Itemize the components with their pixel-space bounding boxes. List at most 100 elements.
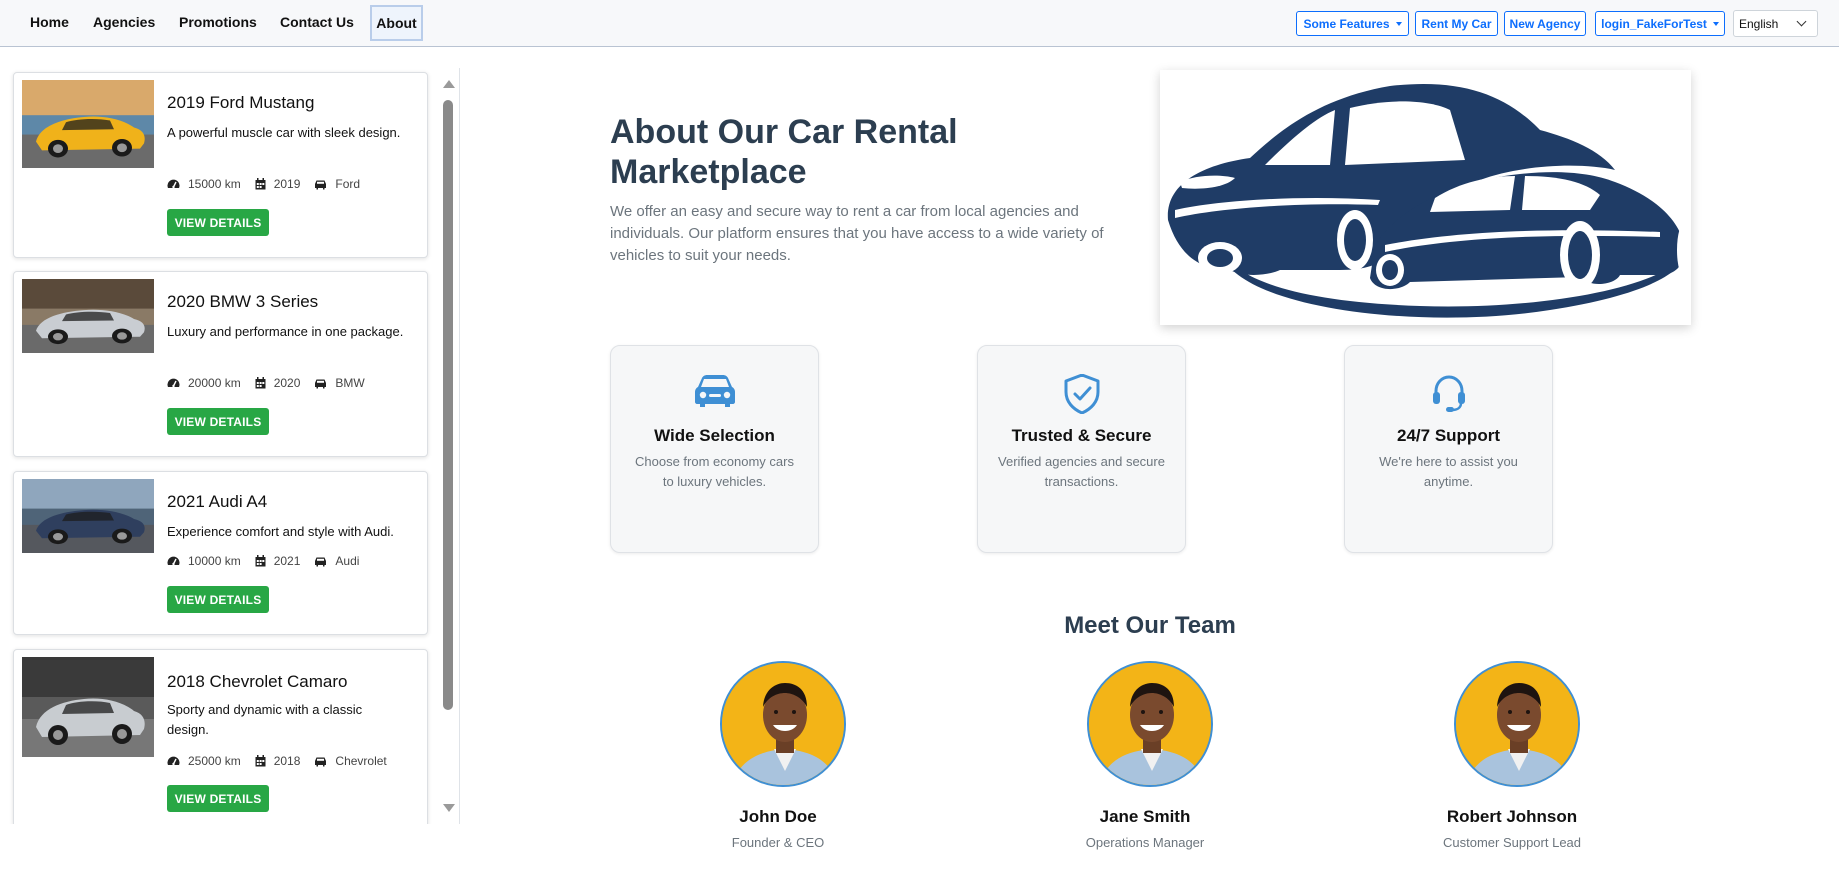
scroll-down-arrow-icon[interactable]	[443, 804, 455, 812]
car-brand: Ford	[335, 177, 361, 191]
car-icon	[611, 374, 818, 416]
person-portrait-icon	[1089, 663, 1211, 785]
feature-description: Verified agencies and secure transaction…	[998, 454, 1165, 489]
scrollbar-thumb[interactable]	[443, 100, 453, 710]
avatar	[720, 661, 846, 787]
car-brand: Audi	[335, 554, 360, 568]
car-year: 2018	[273, 754, 301, 768]
speedometer-icon	[167, 556, 180, 566]
car-icon	[315, 757, 327, 766]
car-title: 2021 Audi A4	[167, 492, 268, 511]
car-list-sidebar[interactable]: 2019 Ford Mustang A powerful muscle car …	[0, 68, 460, 824]
view-details-button[interactable]: VIEW DETAILS	[167, 785, 269, 812]
feature-description: Choose from economy cars to luxury vehic…	[635, 454, 794, 489]
car-photo	[22, 80, 154, 168]
shield-check-icon	[978, 374, 1185, 416]
nav-link-home[interactable]: Home	[30, 14, 69, 30]
car-title: 2018 Chevrolet Camaro	[167, 672, 348, 691]
car-mileage: 15000 km	[188, 177, 241, 191]
caret-down-icon	[1712, 21, 1719, 26]
about-title: About Our Car Rental Marketplace	[610, 113, 958, 191]
some-features-label: Some Features	[1303, 16, 1390, 31]
car-title: 2019 Ford Mustang	[167, 93, 315, 112]
car-icon	[315, 180, 327, 189]
chevron-down-icon	[1796, 16, 1807, 27]
feature-title: Wide Selection	[654, 426, 775, 445]
team-heading: Meet Our Team	[1064, 612, 1236, 639]
rent-my-car-button[interactable]: Rent My Car	[1415, 11, 1498, 36]
language-select[interactable]: English	[1733, 10, 1818, 37]
feature-card-wide-selection: Wide Selection Choose from economy cars …	[610, 345, 819, 553]
nav-link-promotions[interactable]: Promotions	[179, 14, 257, 30]
new-agency-button[interactable]: New Agency	[1504, 11, 1586, 36]
feature-title: Trusted & Secure	[1011, 426, 1152, 445]
member-role: Customer Support Lead	[1442, 835, 1582, 850]
car-photo	[22, 479, 154, 553]
calendar-icon	[255, 178, 266, 190]
avatar	[1454, 661, 1580, 787]
nav-link-about[interactable]: About	[370, 5, 423, 41]
car-card: 2018 Chevrolet Camaro Sporty and dynamic…	[13, 649, 428, 824]
car-brand: Chevrolet	[335, 754, 387, 768]
car-year: 2019	[273, 177, 301, 191]
feature-description: We're here to assist you anytime.	[1379, 454, 1518, 489]
car-meta: 25000 km 2018 Chevrolet	[167, 754, 387, 768]
car-card: 2021 Audi A4 Experience comfort and styl…	[13, 471, 428, 635]
about-description: We offer an easy and secure way to rent …	[610, 203, 1104, 264]
car-meta: 20000 km 2020 BMW	[167, 376, 365, 390]
car-description: Luxury and performance in one package.	[167, 324, 404, 339]
car-logo-icon	[1167, 83, 1693, 318]
car-mileage: 25000 km	[188, 754, 241, 768]
car-card: 2019 Ford Mustang A powerful muscle car …	[13, 72, 428, 258]
car-description: A powerful muscle car with sleek design.	[167, 125, 401, 140]
scroll-up-arrow-icon[interactable]	[443, 80, 455, 88]
caret-down-icon	[1395, 21, 1402, 26]
person-portrait-icon	[722, 663, 844, 785]
car-mileage: 20000 km	[188, 376, 241, 390]
car-description: Sporty and dynamic with a classic design…	[167, 702, 363, 737]
feature-card-support: 24/7 Support We're here to assist you an…	[1344, 345, 1553, 553]
nav-link-agencies[interactable]: Agencies	[93, 14, 155, 30]
car-photo	[22, 657, 154, 757]
user-account-label: login_FakeForTest	[1601, 16, 1707, 31]
feature-title: 24/7 Support	[1397, 426, 1500, 445]
car-logo-image	[1160, 70, 1693, 325]
car-year: 2021	[273, 554, 301, 568]
car-meta: 15000 km 2019 Ford	[167, 177, 360, 191]
member-name: John Doe	[739, 807, 817, 826]
member-role: Founder & CEO	[731, 835, 825, 850]
car-mileage: 10000 km	[188, 554, 241, 568]
speedometer-icon	[167, 756, 180, 766]
sidebar-scrollbar[interactable]	[440, 80, 456, 822]
car-icon	[315, 557, 327, 566]
calendar-icon	[255, 377, 266, 389]
car-icon	[315, 379, 327, 388]
top-navbar: Home Agencies Promotions Contact Us Abou…	[0, 0, 1839, 47]
calendar-icon	[255, 555, 266, 567]
member-role: Operations Manager	[1085, 835, 1205, 850]
car-year: 2020	[273, 376, 301, 390]
car-meta: 10000 km 2021 Audi	[167, 554, 359, 568]
avatar	[1087, 661, 1213, 787]
calendar-icon	[255, 755, 266, 767]
car-brand: BMW	[335, 376, 365, 390]
user-account-dropdown[interactable]: login_FakeForTest	[1595, 11, 1725, 36]
car-card: 2020 BMW 3 Series Luxury and performance…	[13, 271, 428, 457]
language-select-value: English	[1739, 16, 1779, 31]
car-title: 2020 BMW 3 Series	[167, 292, 319, 311]
member-name: Robert Johnson	[1446, 807, 1578, 826]
member-name: Jane Smith	[1099, 807, 1191, 826]
headset-icon	[1345, 374, 1552, 416]
speedometer-icon	[167, 378, 180, 388]
some-features-dropdown[interactable]: Some Features	[1296, 11, 1409, 36]
nav-link-about-label: About	[376, 15, 417, 31]
view-details-button[interactable]: VIEW DETAILS	[167, 209, 269, 236]
nav-link-contact-us[interactable]: Contact Us	[280, 14, 354, 30]
feature-card-trusted-secure: Trusted & Secure Verified agencies and s…	[977, 345, 1186, 553]
person-portrait-icon	[1456, 663, 1578, 785]
view-details-button[interactable]: VIEW DETAILS	[167, 408, 269, 435]
car-description: Experience comfort and style with Audi.	[167, 524, 394, 539]
view-details-button[interactable]: VIEW DETAILS	[167, 586, 269, 613]
speedometer-icon	[167, 179, 180, 189]
car-photo	[22, 279, 154, 353]
